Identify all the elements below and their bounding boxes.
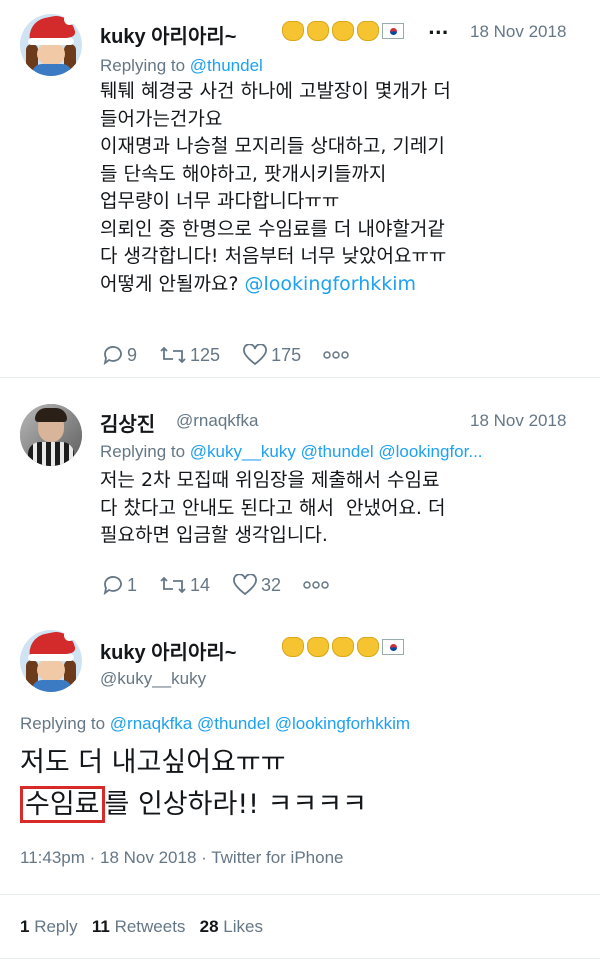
retweet-button[interactable]: 125	[159, 345, 220, 366]
korea-flag-icon	[382, 639, 404, 655]
display-name[interactable]: kuky 아리아리~	[100, 20, 236, 49]
name-emojis	[282, 21, 404, 41]
reply-stat[interactable]: 1 Reply	[20, 917, 78, 936]
like-count: 32	[261, 574, 282, 595]
hand-emoji-icon	[307, 21, 329, 41]
text-line: 다 생각합니다! 처음부터 너무 낮았어요ㅠㅠ	[100, 245, 447, 267]
like-count: 28	[199, 917, 219, 936]
highlight-box: 수임료	[20, 786, 105, 823]
like-button[interactable]: 175	[242, 344, 301, 366]
divider	[0, 958, 600, 959]
retweet-icon	[160, 346, 186, 364]
retweet-count: 125	[190, 344, 221, 365]
fist-emoji-icon	[282, 21, 304, 41]
mention-link[interactable]: @lookingforhkkim	[245, 273, 417, 295]
name-ellipsis: ...	[428, 18, 449, 39]
tweet-text: 퉤퉤 혜경궁 사건 하나에 고발장이 몇개가 더 들어가는건가요 이재명과 나승…	[100, 78, 451, 298]
replying-to-label: Replying to	[100, 56, 190, 75]
display-name[interactable]: 김상진	[100, 408, 155, 437]
text-line: 업무량이 너무 과다합니다ㅠㅠ	[100, 190, 340, 212]
retweet-count: 11	[91, 917, 110, 936]
reply-button[interactable]: 9	[102, 345, 137, 366]
tweet-meta[interactable]: 11:43pm · 18 Nov 2018 · Twitter for iPho…	[20, 848, 344, 868]
reply-button[interactable]: 1	[102, 575, 137, 596]
divider	[0, 894, 600, 895]
avatar[interactable]	[20, 630, 82, 692]
tweet-2[interactable]: 김상진 @rnaqkfka 18 Nov 2018 Replying to @k…	[0, 392, 600, 612]
replying-to: Replying to @thundel	[100, 56, 263, 76]
more-button[interactable]	[303, 580, 332, 590]
reply-label: Reply	[34, 917, 78, 936]
retweet-label: Retweets	[114, 917, 186, 936]
like-button[interactable]: 32	[232, 574, 281, 596]
name-emojis	[282, 637, 404, 657]
replying-to: Replying to @rnaqkfka @thundel @lookingf…	[20, 714, 410, 734]
reply-icon	[103, 346, 122, 365]
tweet-stats: 1 Reply 11 Retweets 28 Likes	[20, 917, 263, 937]
replying-to: Replying to @kuky__kuky @thundel @lookin…	[100, 442, 483, 462]
like-stat[interactable]: 28 Likes	[200, 917, 263, 936]
replying-to-label: Replying to	[20, 714, 110, 733]
tweet-text-line-1: 저도 더 내고싶어요ㅠㅠ	[20, 747, 286, 778]
like-count: 175	[271, 344, 302, 365]
text-line: 의뢰인 중 한명으로 수임료를 더 내야할거같	[100, 217, 445, 240]
tweet-text: 저는 2차 모집때 위임장을 제출해서 수임료 다 찼다고 안내도 된다고 해서…	[100, 467, 445, 550]
korea-flag-icon	[382, 23, 404, 39]
tweet-actions: 1 14 32	[102, 574, 354, 596]
retweet-stat[interactable]: 11 Retweets	[92, 917, 186, 936]
tweet-date[interactable]: 18 Nov 2018	[470, 22, 566, 42]
text-segment: 어떻게 안될까요?	[100, 272, 245, 295]
mention-link[interactable]: @rnaqkfka @thundel @lookingforhkkim	[110, 714, 410, 733]
retweet-icon	[160, 576, 186, 594]
fist-emoji-icon	[332, 21, 354, 41]
more-button[interactable]	[323, 350, 352, 360]
text-line: 다 찼다고 안내도 된다고 해서 안냈어요. 더	[100, 496, 446, 519]
text-line: 저는 2차 모집때 위임장을 제출해서 수임료	[100, 469, 440, 491]
more-dots-icon	[323, 351, 349, 359]
fist-emoji-icon	[332, 637, 354, 657]
user-handle[interactable]: @kuky__kuky	[100, 669, 206, 689]
tweet-date[interactable]: 18 Nov 2018	[470, 411, 566, 431]
tweet-3-focused[interactable]: kuky 아리아리~ @kuky__kuky Replying to @rnaq…	[0, 612, 600, 960]
reply-count: 1	[20, 917, 30, 936]
tweet-actions: 9 125 175	[102, 344, 374, 366]
retweet-count: 14	[190, 574, 211, 595]
text-segment: 를 인상하라!! ㅋㅋㅋㅋ	[104, 789, 367, 820]
tweet-text-line-2: 수임료 를 인상하라!! ㅋㅋㅋㅋ	[20, 784, 367, 826]
text-line: 퉤퉤 혜경궁 사건 하나에 고발장이 몇개가 더	[100, 80, 451, 102]
hand-emoji-icon	[357, 637, 379, 657]
fist-emoji-icon	[282, 637, 304, 657]
display-name[interactable]: kuky 아리아리~	[100, 636, 236, 665]
text-line: 이재명과 나승철 모지리들 상대하고, 기레기	[100, 135, 445, 157]
reply-count: 1	[127, 574, 138, 595]
like-label: Likes	[223, 917, 263, 936]
hand-emoji-icon	[307, 637, 329, 657]
user-handle[interactable]: @rnaqkfka	[176, 411, 258, 431]
reply-count: 9	[127, 344, 138, 365]
text-line: 들 단속도 해야하고, 팟개시키들까지	[100, 162, 387, 185]
avatar[interactable]	[20, 404, 82, 466]
heart-icon	[243, 344, 267, 366]
more-dots-icon	[303, 581, 329, 589]
replying-to-label: Replying to	[100, 442, 190, 461]
retweet-button[interactable]: 14	[159, 575, 210, 596]
text-line: 필요하면 입금할 생각입니다.	[100, 524, 328, 546]
hand-emoji-icon	[357, 21, 379, 41]
heart-icon	[233, 574, 257, 596]
reply-icon	[103, 576, 122, 595]
tweet-1[interactable]: kuky 아리아리~ ... 18 Nov 2018 Replying to @…	[0, 0, 600, 378]
avatar[interactable]	[20, 14, 82, 76]
text-line: 어떻게 안될까요? @lookingforhkkim	[100, 271, 451, 299]
text-line: 들어가는건가요	[100, 107, 223, 130]
mention-link[interactable]: @thundel	[190, 56, 263, 75]
mention-link[interactable]: @kuky__kuky @thundel @lookingfor...	[190, 442, 483, 461]
